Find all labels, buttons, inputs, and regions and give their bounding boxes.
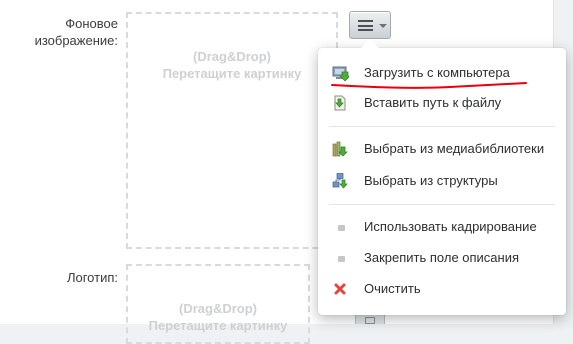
menu-item-label: Вставить путь к файлу xyxy=(364,95,502,110)
menu-item-upload-from-computer[interactable]: Загрузить с компьютера xyxy=(318,61,566,85)
background-image-label: Фоновое изображение: xyxy=(34,16,118,48)
image-icon xyxy=(365,317,375,324)
menu-item-insert-file-path[interactable]: Вставить путь к файлу xyxy=(318,91,566,115)
bullet-icon xyxy=(338,225,345,231)
menu-item-label: Использовать кадрирование xyxy=(364,219,537,234)
popup-arrow xyxy=(361,39,379,48)
menu-item-media-library[interactable]: Выбрать из медиабиблиотеки xyxy=(318,137,566,161)
menu-item-label: Очистить xyxy=(364,281,421,296)
dropzone-hint-line1: (Drag&Drop) xyxy=(179,301,257,316)
media-library-icon xyxy=(332,141,348,157)
clear-x-icon xyxy=(334,283,346,295)
menu-item-label: Закрепить поле описания xyxy=(364,250,520,265)
menu-item-from-structure[interactable]: Выбрать из структуры xyxy=(318,169,566,193)
background-image-dropzone[interactable]: (Drag&Drop) Перетащите картинку xyxy=(126,12,338,249)
image-menu-button[interactable] xyxy=(349,11,391,39)
structure-icon xyxy=(332,173,348,189)
chevron-down-icon xyxy=(379,24,387,28)
file-path-icon xyxy=(334,95,346,111)
menu-item-use-cropping[interactable]: Использовать кадрирование xyxy=(318,215,566,239)
logo-label: Логотип: xyxy=(66,270,118,285)
menu-item-label: Загрузить с компьютера xyxy=(364,65,510,80)
menu-item-pin-description[interactable]: Закрепить поле описания xyxy=(318,246,566,270)
logo-dropzone[interactable]: (Drag&Drop) Перетащите картинку xyxy=(126,264,310,344)
menu-item-label: Выбрать из структуры xyxy=(364,173,498,188)
dropzone-hint-line2: Перетащите картинку xyxy=(148,318,288,333)
menu-item-clear[interactable]: Очистить xyxy=(318,277,566,301)
bullet-icon xyxy=(338,256,345,262)
menu-separator xyxy=(329,126,555,127)
menu-item-label: Выбрать из медиабиблиотеки xyxy=(364,141,545,156)
image-source-menu: Загрузить с компьютера Вставить путь к ф… xyxy=(318,39,566,315)
dropzone-hint-line1: (Drag&Drop) xyxy=(193,49,271,64)
computer-upload-icon xyxy=(332,66,349,81)
menu-separator xyxy=(329,204,555,205)
hamburger-icon xyxy=(358,20,373,31)
dropzone-hint-line2: Перетащите картинку xyxy=(162,66,302,81)
